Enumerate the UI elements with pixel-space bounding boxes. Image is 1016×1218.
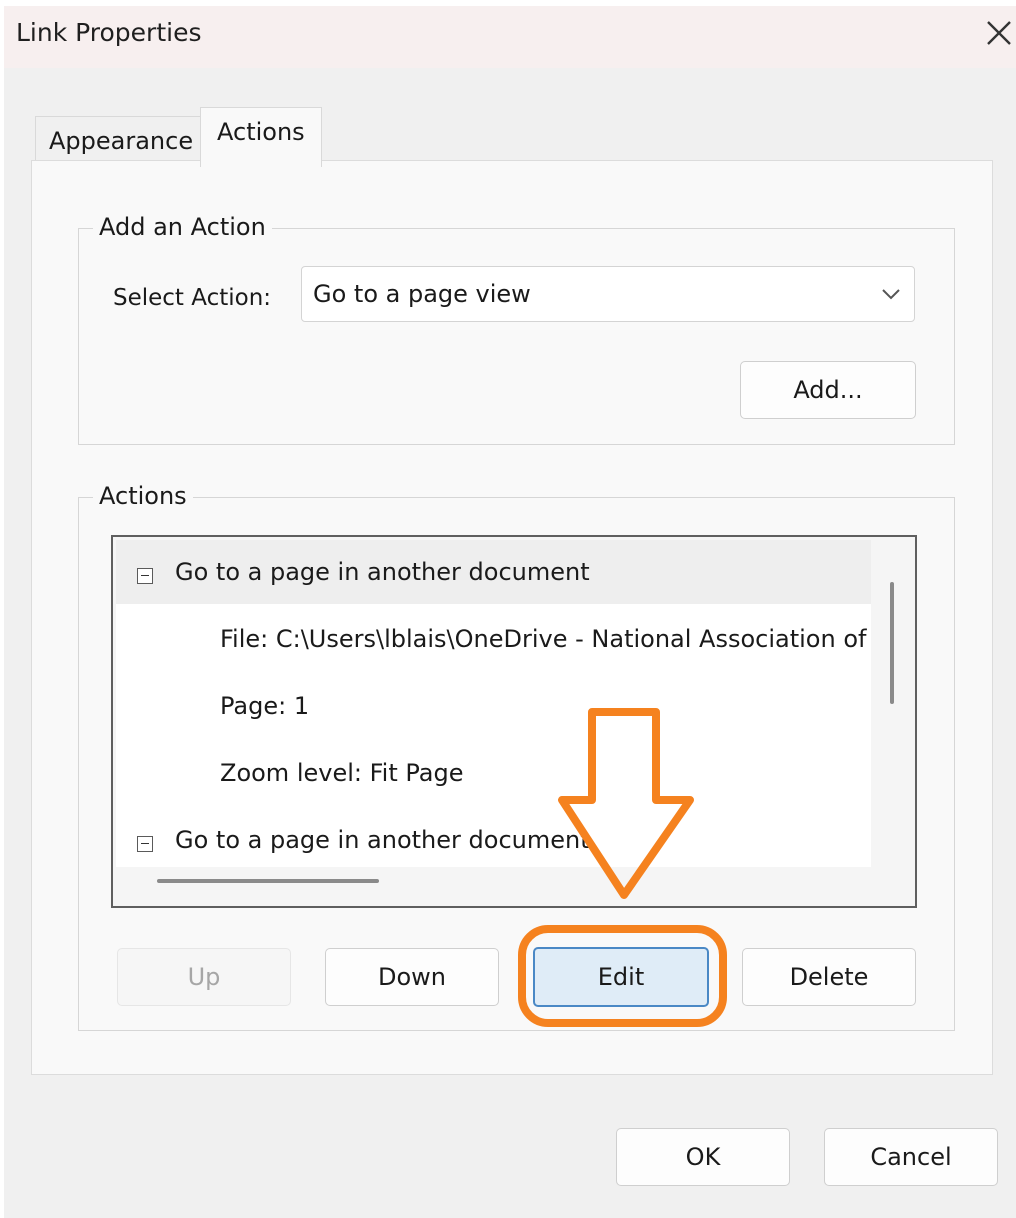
up-button[interactable]: Up bbox=[117, 948, 291, 1006]
tree-detail-zoom: Zoom level: Fit Page bbox=[116, 741, 871, 805]
add-action-button-label: Add... bbox=[793, 376, 863, 404]
down-button-label: Down bbox=[377, 963, 446, 991]
up-button-label: Up bbox=[187, 963, 221, 991]
collapse-icon[interactable] bbox=[137, 836, 153, 852]
tree-item-action-2[interactable]: Go to a page in another document bbox=[116, 808, 871, 867]
detail-page-text: Page: 1 bbox=[220, 692, 310, 720]
actions-tree[interactable]: Go to a page in another document File: C… bbox=[111, 535, 917, 908]
detail-zoom-text: Zoom level: Fit Page bbox=[220, 759, 464, 787]
tree-detail-page: Page: 1 bbox=[116, 674, 871, 738]
select-action-value: Go to a page view bbox=[313, 280, 531, 308]
tab-appearance[interactable]: Appearance bbox=[35, 116, 203, 164]
close-icon[interactable] bbox=[984, 18, 1014, 48]
edit-button[interactable]: Edit bbox=[533, 947, 709, 1007]
ok-button-label: OK bbox=[685, 1143, 721, 1171]
tab-actions-label: Actions bbox=[217, 118, 305, 146]
tab-actions[interactable]: Actions bbox=[200, 107, 322, 167]
cancel-button-label: Cancel bbox=[870, 1143, 952, 1171]
add-action-button[interactable]: Add... bbox=[740, 361, 916, 419]
dialog-title: Link Properties bbox=[16, 18, 202, 47]
chevron-down-icon bbox=[882, 289, 900, 300]
cancel-button[interactable]: Cancel bbox=[824, 1128, 998, 1186]
actions-group-label: Actions bbox=[93, 482, 193, 510]
add-action-group-label: Add an Action bbox=[93, 213, 272, 241]
select-action-label: Select Action: bbox=[113, 285, 272, 311]
tree-item-label: Go to a page in another document bbox=[175, 826, 590, 854]
actions-tree-viewport: Go to a page in another document File: C… bbox=[116, 540, 871, 867]
horizontal-scrollbar[interactable] bbox=[157, 879, 379, 883]
edit-button-label: Edit bbox=[597, 963, 645, 991]
tree-detail-file: File: C:\Users\lblais\OneDrive - Nationa… bbox=[116, 607, 871, 671]
select-action-dropdown[interactable]: Go to a page view bbox=[301, 266, 915, 322]
collapse-icon[interactable] bbox=[137, 568, 153, 584]
ok-button[interactable]: OK bbox=[616, 1128, 790, 1186]
tab-appearance-label: Appearance bbox=[49, 127, 194, 155]
title-bar: Link Properties bbox=[4, 6, 1016, 68]
tree-item-action-1[interactable]: Go to a page in another document bbox=[116, 540, 871, 604]
delete-button-label: Delete bbox=[789, 963, 869, 991]
vertical-scrollbar[interactable] bbox=[890, 582, 894, 704]
down-button[interactable]: Down bbox=[325, 948, 499, 1006]
delete-button[interactable]: Delete bbox=[742, 948, 916, 1006]
detail-file-text: File: C:\Users\lblais\OneDrive - Nationa… bbox=[220, 625, 867, 653]
tree-item-label: Go to a page in another document bbox=[175, 558, 590, 586]
